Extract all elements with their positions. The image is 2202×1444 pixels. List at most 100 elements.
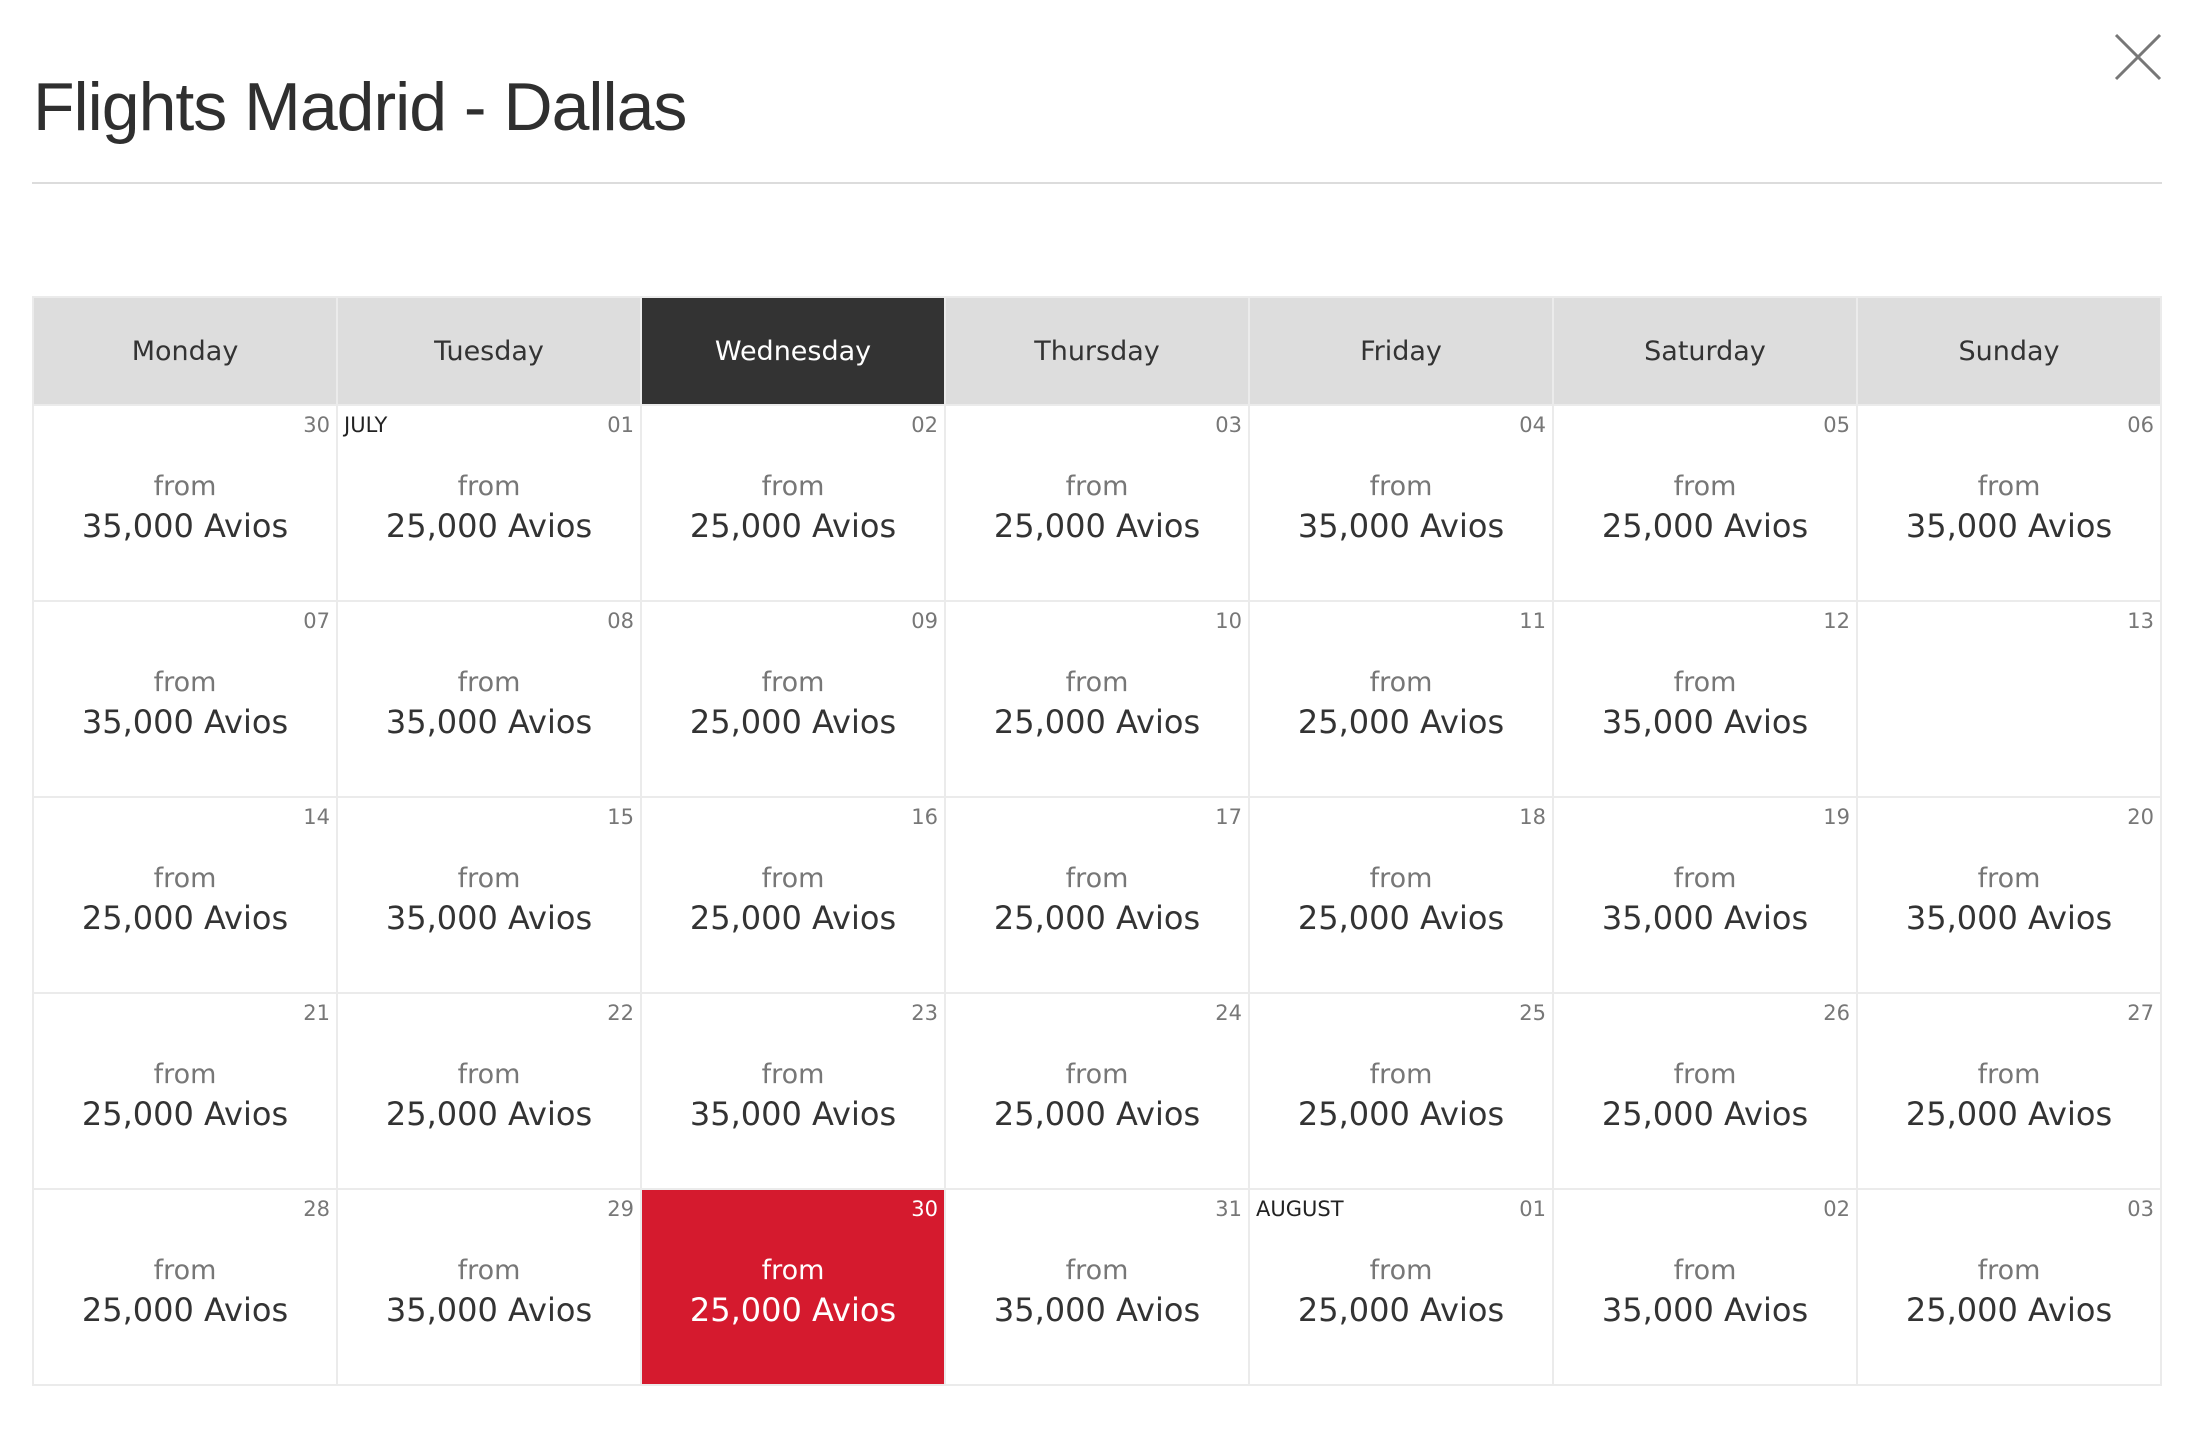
calendar-day[interactable]: 08 from 35,000 Avios: [336, 600, 642, 798]
fare-price: 25,000 Avios: [993, 703, 1201, 741]
month-label: JULY: [344, 413, 388, 437]
from-label: from: [1673, 471, 1737, 502]
calendar-day[interactable]: 19 from 35,000 Avios: [1552, 796, 1858, 994]
calendar-day[interactable]: 02 from 25,000 Avios: [640, 404, 946, 602]
fare-price: 35,000 Avios: [1297, 507, 1505, 545]
calendar-day[interactable]: 26 from 25,000 Avios: [1552, 992, 1858, 1190]
from-label: from: [1369, 667, 1433, 698]
fare-price: 25,000 Avios: [993, 899, 1201, 937]
calendar-day[interactable]: 07 from 35,000 Avios: [32, 600, 338, 798]
from-label: from: [153, 471, 217, 502]
day-number: 26: [1823, 1001, 1850, 1025]
day-number: 31: [1215, 1197, 1242, 1221]
calendar-day[interactable]: 18 from 25,000 Avios: [1248, 796, 1554, 994]
calendar-day[interactable]: 29 from 35,000 Avios: [336, 1188, 642, 1386]
day-number: 11: [1519, 609, 1546, 633]
fare-price: 25,000 Avios: [1905, 1095, 2113, 1133]
calendar-day-selected[interactable]: 30 from 25,000 Avios: [640, 1188, 946, 1386]
calendar-day[interactable]: 10 from 25,000 Avios: [944, 600, 1250, 798]
calendar-day[interactable]: 04 from 35,000 Avios: [1248, 404, 1554, 602]
from-label: from: [761, 1059, 825, 1090]
from-label: from: [1065, 1255, 1129, 1286]
fare-price: 25,000 Avios: [385, 1095, 593, 1133]
fare-price: 25,000 Avios: [385, 507, 593, 545]
fare-price: 25,000 Avios: [1297, 899, 1505, 937]
day-number: 09: [911, 609, 938, 633]
from-label: from: [761, 1255, 825, 1286]
day-number: 25: [1519, 1001, 1546, 1025]
calendar-day[interactable]: 12 from 35,000 Avios: [1552, 600, 1858, 798]
from-label: from: [761, 667, 825, 698]
day-number: 16: [911, 805, 938, 829]
from-label: from: [153, 863, 217, 894]
fare-price: 35,000 Avios: [689, 1095, 897, 1133]
calendar-day[interactable]: 15 from 35,000 Avios: [336, 796, 642, 994]
from-label: from: [1369, 471, 1433, 502]
fare-price: 25,000 Avios: [689, 507, 897, 545]
fare-price: 35,000 Avios: [81, 703, 289, 741]
day-number: 24: [1215, 1001, 1242, 1025]
fare-price: 25,000 Avios: [1297, 1095, 1505, 1133]
header-divider: [32, 182, 2162, 184]
weekday-header-friday: Friday: [1248, 296, 1554, 406]
calendar-day[interactable]: AUGUST 01 from 25,000 Avios: [1248, 1188, 1554, 1386]
from-label: from: [1977, 471, 2041, 502]
calendar-day[interactable]: 22 from 25,000 Avios: [336, 992, 642, 1190]
fare-price: 35,000 Avios: [1601, 1291, 1809, 1329]
calendar-day[interactable]: 09 from 25,000 Avios: [640, 600, 946, 798]
calendar-day[interactable]: 16 from 25,000 Avios: [640, 796, 946, 994]
calendar-day[interactable]: 20 from 35,000 Avios: [1856, 796, 2162, 994]
calendar-week-row: 28 from 25,000 Avios 29 from 35,000 Avios 30 fr…: [32, 1188, 2162, 1386]
calendar-day[interactable]: 23 from 35,000 Avios: [640, 992, 946, 1190]
from-label: from: [1673, 1255, 1737, 1286]
calendar-day[interactable]: 05 from 25,000 Avios: [1552, 404, 1858, 602]
calendar-day[interactable]: 02 from 35,000 Avios: [1552, 1188, 1858, 1386]
fare-price: 25,000 Avios: [1297, 703, 1505, 741]
from-label: from: [1673, 1059, 1737, 1090]
calendar-day[interactable]: 06 from 35,000 Avios: [1856, 404, 2162, 602]
day-number: 18: [1519, 805, 1546, 829]
from-label: from: [1065, 1059, 1129, 1090]
day-number: 05: [1823, 413, 1850, 437]
calendar-week-row: 14 from 25,000 Avios 15 from 35,000 Avios 16 fr…: [32, 796, 2162, 994]
fare-price: 25,000 Avios: [81, 1291, 289, 1329]
day-number: 04: [1519, 413, 1546, 437]
fare-price: 25,000 Avios: [81, 1095, 289, 1133]
fare-calendar: Monday Tuesday Wednesday Thursday Friday Satu…: [32, 296, 2162, 1386]
calendar-day[interactable]: 03 from 25,000 Avios: [944, 404, 1250, 602]
from-label: from: [1065, 667, 1129, 698]
calendar-day[interactable]: JULY 01 from 25,000 Avios: [336, 404, 642, 602]
fare-price: 25,000 Avios: [689, 1291, 897, 1329]
day-number: 12: [1823, 609, 1850, 633]
calendar-day[interactable]: 28 from 25,000 Avios: [32, 1188, 338, 1386]
calendar-day[interactable]: 24 from 25,000 Avios: [944, 992, 1250, 1190]
fare-price: 25,000 Avios: [1297, 1291, 1505, 1329]
from-label: from: [1673, 667, 1737, 698]
calendar-day[interactable]: 27 from 25,000 Avios: [1856, 992, 2162, 1190]
from-label: from: [1369, 863, 1433, 894]
from-label: from: [153, 667, 217, 698]
calendar-day[interactable]: 25 from 25,000 Avios: [1248, 992, 1554, 1190]
calendar-day[interactable]: 17 from 25,000 Avios: [944, 796, 1250, 994]
from-label: from: [1369, 1059, 1433, 1090]
weekday-header-monday: Monday: [32, 296, 338, 406]
close-button[interactable]: [2112, 31, 2164, 83]
calendar-week-row: 21 from 25,000 Avios 22 from 25,000 Avios 23 fr…: [32, 992, 2162, 1190]
fare-price: 25,000 Avios: [993, 507, 1201, 545]
calendar-day[interactable]: 11 from 25,000 Avios: [1248, 600, 1554, 798]
weekday-header-thursday: Thursday: [944, 296, 1250, 406]
calendar-day[interactable]: 03 from 25,000 Avios: [1856, 1188, 2162, 1386]
calendar-day[interactable]: 14 from 25,000 Avios: [32, 796, 338, 994]
fare-price: 25,000 Avios: [1601, 1095, 1809, 1133]
calendar-day[interactable]: 21 from 25,000 Avios: [32, 992, 338, 1190]
day-number: 14: [303, 805, 330, 829]
fare-price: 35,000 Avios: [81, 507, 289, 545]
calendar-day[interactable]: 31 from 35,000 Avios: [944, 1188, 1250, 1386]
day-number: 27: [2127, 1001, 2154, 1025]
fare-price: 35,000 Avios: [1905, 507, 2113, 545]
weekday-header-saturday: Saturday: [1552, 296, 1858, 406]
day-number: 23: [911, 1001, 938, 1025]
calendar-day[interactable]: 30 from 35,000 Avios: [32, 404, 338, 602]
day-number: 03: [2127, 1197, 2154, 1221]
from-label: from: [457, 863, 521, 894]
